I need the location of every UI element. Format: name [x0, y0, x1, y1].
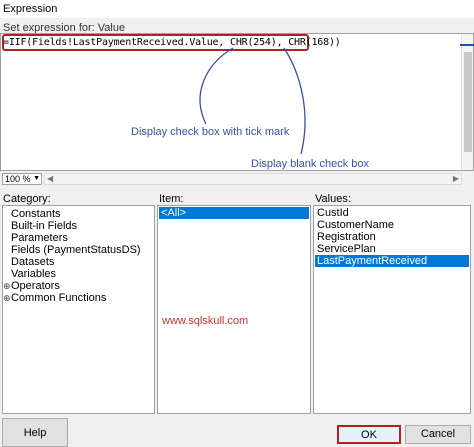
category-tree[interactable]: Constants Built-in Fields Parameters Fie…: [2, 205, 155, 414]
expression-code[interactable]: =IIF(Fields!LastPaymentReceived.Value, C…: [3, 37, 341, 48]
tree-item-variables[interactable]: Variables: [11, 268, 56, 280]
list-item-customername[interactable]: CustomerName: [315, 219, 469, 231]
scroll-indicator: [460, 44, 474, 46]
arrow-tick-mark: [199, 47, 234, 125]
item-label: Item:: [159, 193, 184, 205]
scroll-left-icon[interactable]: ◀: [47, 174, 53, 183]
window-title: Expression: [0, 0, 474, 18]
values-list[interactable]: CustId CustomerName Registration Service…: [313, 205, 471, 414]
item-list[interactable]: <All>: [157, 205, 311, 414]
annotation-tick-mark: Display check box with tick mark: [131, 126, 290, 138]
chevron-down-icon: ▼: [33, 175, 40, 182]
tree-item-fields[interactable]: Fields (PaymentStatusDS): [11, 244, 141, 256]
annotation-blank-box: Display blank check box: [251, 158, 370, 170]
zoom-select[interactable]: 100 % ▼: [2, 173, 42, 185]
list-item-custid[interactable]: CustId: [315, 207, 469, 219]
tree-item-common-functions[interactable]: ⊕ Common Functions: [3, 292, 106, 304]
tree-item-datasets[interactable]: Datasets: [11, 256, 54, 268]
tree-item-constants[interactable]: Constants: [11, 208, 61, 220]
list-item-registration[interactable]: Registration: [315, 231, 469, 243]
expand-plus-icon[interactable]: ⊕: [3, 280, 11, 292]
values-label: Values:: [315, 193, 351, 205]
annotation-arrows: [199, 47, 306, 155]
editor-horizontal-scrollbar[interactable]: ◀ ▶: [44, 173, 462, 185]
tree-item-operators[interactable]: ⊕ Operators: [3, 280, 60, 292]
expand-plus-icon[interactable]: ⊕: [3, 292, 11, 304]
zoom-bar: 100 % ▼ ◀ ▶: [0, 172, 474, 186]
help-button[interactable]: Help: [2, 418, 68, 447]
tree-item-parameters[interactable]: Parameters: [11, 232, 68, 244]
zoom-value: 100 %: [5, 174, 31, 184]
cancel-button[interactable]: Cancel: [405, 425, 471, 444]
scroll-thumb[interactable]: [464, 52, 472, 152]
ok-button[interactable]: OK: [337, 425, 401, 444]
list-item-all[interactable]: <All>: [159, 207, 309, 219]
list-item-serviceplan[interactable]: ServicePlan: [315, 243, 469, 255]
arrow-blank-box: [283, 47, 306, 155]
watermark: www.sqlskull.com: [162, 315, 249, 327]
editor-vertical-scrollbar[interactable]: [460, 34, 474, 170]
list-item-lastpaymentreceived[interactable]: LastPaymentReceived: [315, 255, 469, 267]
category-label: Category:: [3, 193, 51, 205]
scroll-right-icon[interactable]: ▶: [453, 174, 459, 183]
expression-editor[interactable]: =IIF(Fields!LastPaymentReceived.Value, C…: [0, 33, 474, 171]
tree-item-built-in-fields[interactable]: Built-in Fields: [11, 220, 77, 232]
